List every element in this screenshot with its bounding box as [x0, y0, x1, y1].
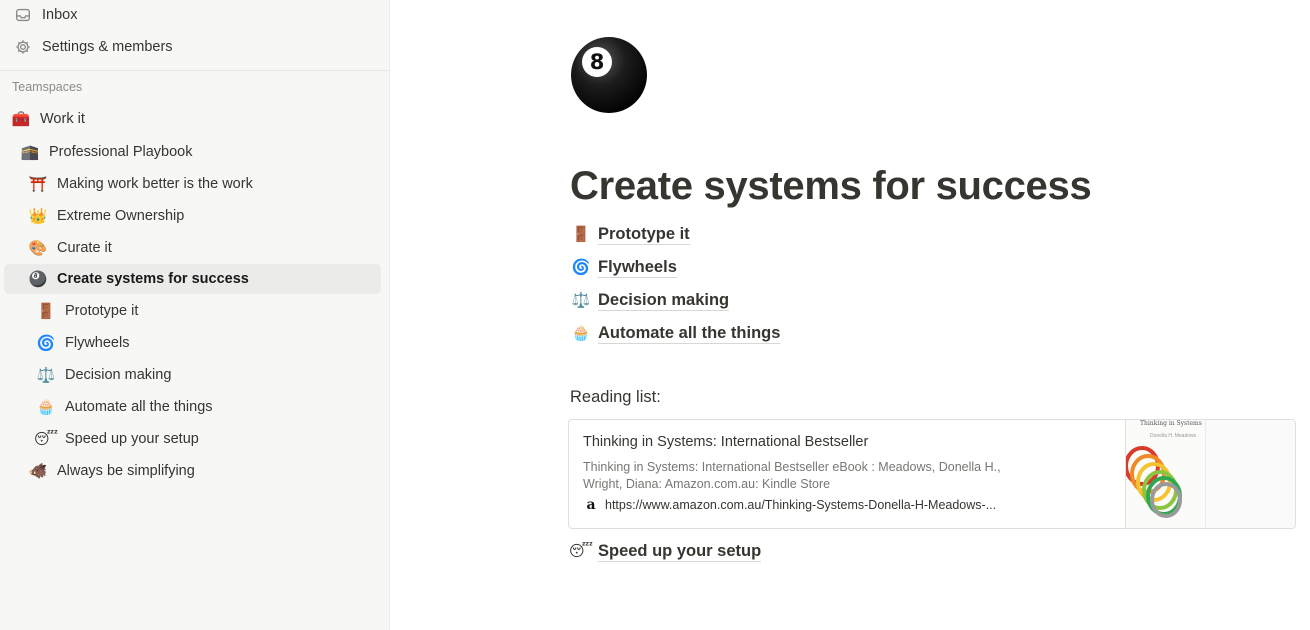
sidebar-item-create-systems[interactable]: 🎱 Create systems for success — [4, 264, 381, 294]
teamspaces-heading: Teamspaces — [12, 80, 83, 94]
crown-icon: 👑 — [28, 208, 48, 225]
subpage-link-speed-up[interactable]: 😴 Speed up your setup — [568, 537, 762, 565]
sidebar-item-prototype-it[interactable]: 🚪 Prototype it — [4, 296, 381, 326]
subpage-link-label: Speed up your setup — [598, 541, 762, 562]
sidebar-item-label: Professional Playbook — [49, 144, 193, 160]
kaaba-icon: 🕋 — [20, 144, 40, 161]
sleeping-face-icon: 😴 — [568, 543, 594, 560]
sidebar-item-work-it[interactable]: 🧰 Work it — [4, 104, 381, 134]
eight-ball-icon: 🎱 — [28, 271, 48, 288]
sidebar-item-extreme-ownership[interactable]: 👑 Extreme Ownership — [4, 201, 381, 231]
sidebar: Inbox Settings & members Teamspaces 🧰 Wo… — [0, 0, 390, 630]
cyclone-icon: 🌀 — [571, 259, 591, 276]
cyclone-icon: 🌀 — [36, 335, 56, 352]
bookmark-description: Thinking in Systems: International Bests… — [583, 460, 1001, 491]
book-cover: Thinking in Systems Donella H. Meadows — [1126, 420, 1206, 528]
subpage-link-label: Prototype it — [598, 224, 690, 245]
sidebar-item-label: Settings & members — [42, 39, 173, 55]
sidebar-item-speed-up[interactable]: 😴 Speed up your setup — [4, 424, 381, 454]
sidebar-item-automate[interactable]: 🧁 Automate all the things — [4, 392, 381, 422]
sidebar-item-inbox[interactable]: Inbox — [4, 0, 381, 30]
scales-icon: ⚖️ — [36, 367, 56, 384]
subpage-link-flywheels[interactable]: 🌀 Flywheels — [570, 253, 677, 281]
gear-icon — [12, 36, 34, 58]
sidebar-item-always-simplifying[interactable]: 🐗 Always be simplifying — [4, 456, 381, 486]
sidebar-item-label: Extreme Ownership — [57, 208, 185, 224]
reading-list-label[interactable]: Reading list: — [570, 388, 661, 407]
sidebar-item-label: Speed up your setup — [65, 431, 199, 447]
bookmark-url-row: a https://www.amazon.com.au/Thinking-Sys… — [583, 497, 1111, 513]
svg-text:8: 8 — [590, 50, 605, 74]
toolbox-icon: 🧰 — [11, 111, 31, 128]
boar-icon: 🐗 — [28, 463, 48, 480]
book-cover-author: Donella H. Meadows — [1150, 433, 1197, 439]
sidebar-item-professional-playbook[interactable]: 🕋 Professional Playbook — [4, 137, 381, 167]
cupcake-icon: 🧁 — [36, 399, 56, 416]
book-cover-title: Thinking in Systems — [1140, 420, 1202, 427]
sidebar-item-making-work-better[interactable]: ⛩️ Making work better is the work — [4, 169, 381, 199]
sidebar-item-label: Work it — [40, 111, 85, 127]
sidebar-item-flywheels[interactable]: 🌀 Flywheels — [4, 328, 381, 358]
bookmark-card[interactable]: Thinking in Systems: International Bests… — [568, 419, 1296, 529]
bookmark-title: Thinking in Systems: International Bests… — [583, 434, 869, 450]
sidebar-item-label: Curate it — [57, 240, 112, 256]
sidebar-divider — [0, 70, 389, 71]
door-icon: 🚪 — [571, 226, 591, 243]
subpage-link-label: Decision making — [598, 290, 730, 311]
sidebar-item-label: Always be simplifying — [57, 463, 195, 479]
cupcake-icon: 🧁 — [571, 325, 591, 342]
door-icon: 🚪 — [36, 303, 56, 320]
eight-ball-icon[interactable]: 8 — [570, 36, 648, 114]
inbox-icon — [12, 4, 34, 26]
sleeping-face-icon: 😴 — [33, 431, 59, 448]
sidebar-item-settings[interactable]: Settings & members — [4, 32, 381, 62]
palette-icon: 🎨 — [28, 240, 48, 257]
sidebar-item-label: Making work better is the work — [57, 176, 253, 192]
subpage-link-prototype-it[interactable]: 🚪 Prototype it — [570, 220, 690, 248]
subpage-link-automate[interactable]: 🧁 Automate all the things — [570, 319, 781, 347]
sidebar-item-curate-it[interactable]: 🎨 Curate it — [4, 233, 381, 263]
bookmark-text: Thinking in Systems: International Bests… — [569, 420, 1125, 528]
sidebar-item-label: Inbox — [42, 7, 78, 23]
bookmark-thumbnail: Thinking in Systems Donella H. Meadows — [1125, 420, 1295, 528]
sidebar-item-decision-making[interactable]: ⚖️ Decision making — [4, 360, 381, 390]
torii-icon: ⛩️ — [28, 176, 48, 193]
amazon-favicon-icon: a — [586, 497, 596, 513]
sidebar-item-label: Create systems for success — [57, 271, 249, 287]
slinky-spring-icon — [1126, 446, 1182, 518]
sidebar-item-label: Prototype it — [65, 303, 139, 319]
sidebar-item-label: Automate all the things — [65, 399, 213, 415]
subpage-link-decision-making[interactable]: ⚖️ Decision making — [570, 286, 730, 314]
sidebar-item-label: Decision making — [65, 367, 172, 383]
sidebar-item-label: Flywheels — [65, 335, 130, 351]
subpage-link-label: Flywheels — [598, 257, 677, 278]
bookmark-url: https://www.amazon.com.au/Thinking-Syste… — [605, 498, 997, 512]
subpage-link-label: Automate all the things — [598, 323, 781, 344]
page-content: 8 Create systems for success 🚪 Prototype… — [390, 0, 1310, 630]
scales-icon: ⚖️ — [571, 292, 591, 309]
page-title[interactable]: Create systems for success — [570, 164, 1092, 209]
